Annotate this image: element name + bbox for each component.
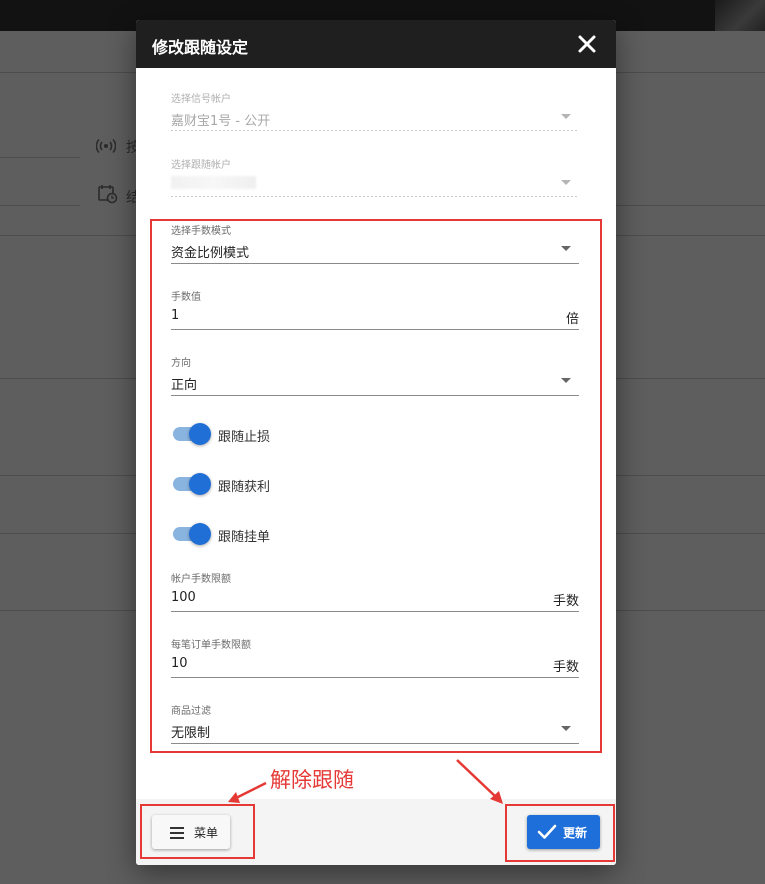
arrow-to-menu — [233, 781, 267, 801]
arrow-to-update — [456, 759, 497, 798]
annotation-arrows — [228, 759, 503, 804]
